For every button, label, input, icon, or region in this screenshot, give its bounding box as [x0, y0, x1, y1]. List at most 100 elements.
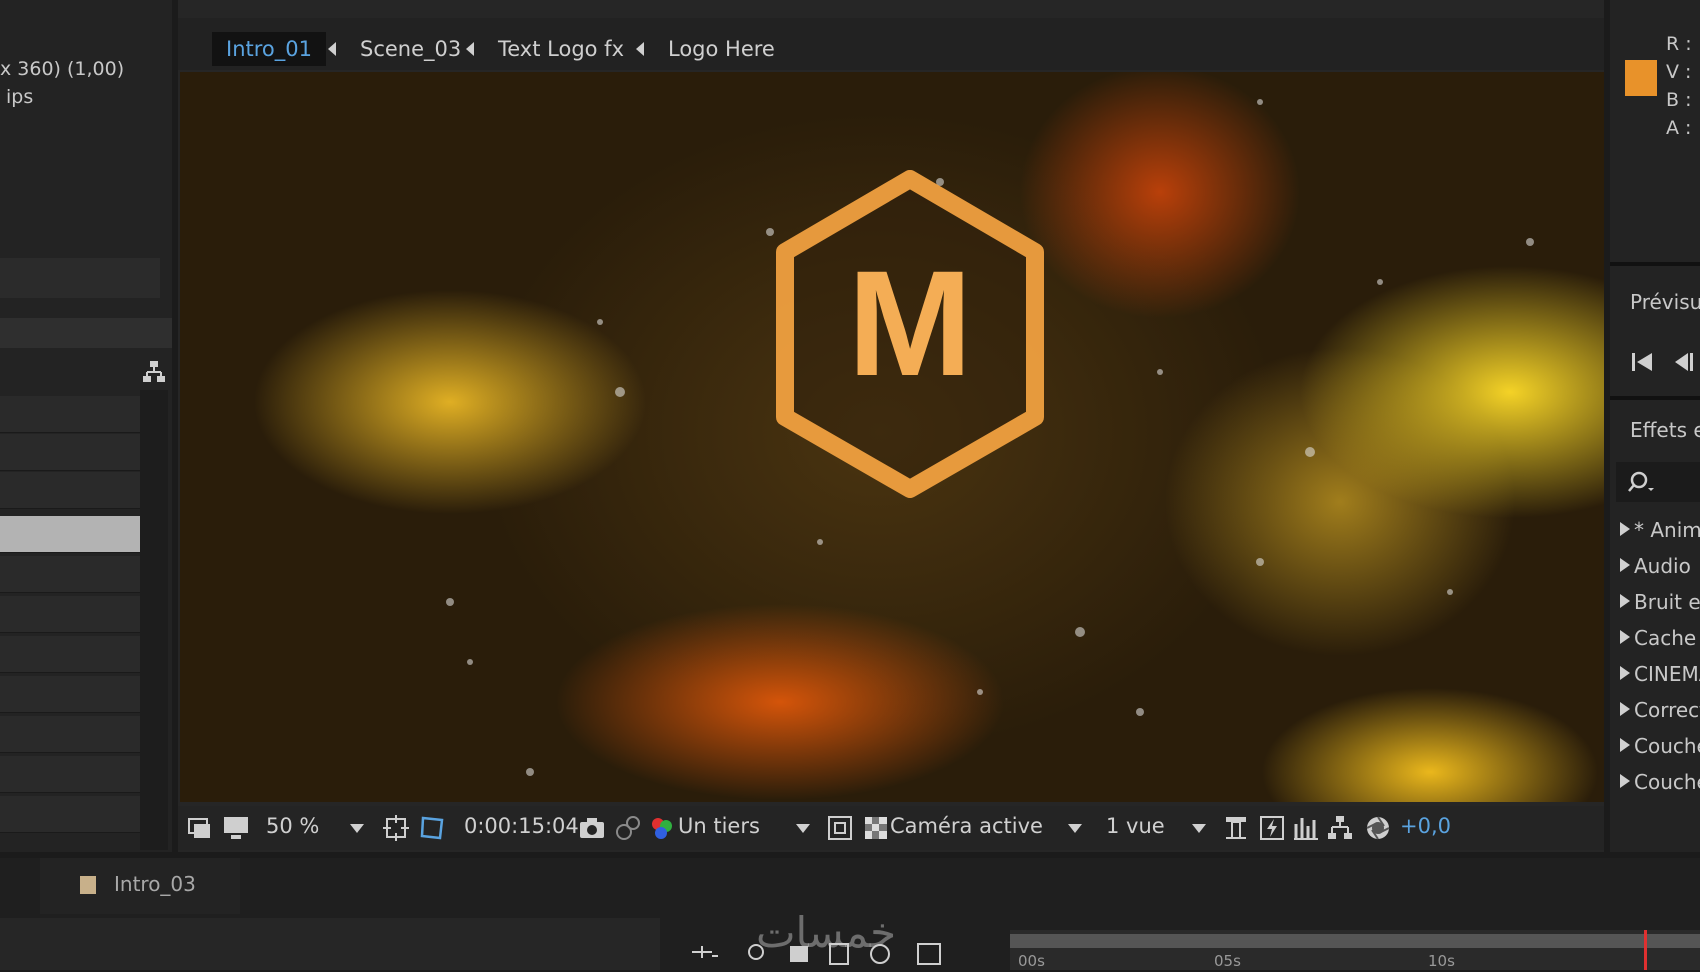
time-ruler[interactable]: 00s 05s 10s: [1010, 930, 1700, 970]
project-panel: x 360) (1,00) ips: [0, 0, 172, 852]
color-channels-icon[interactable]: [648, 814, 676, 842]
project-item[interactable]: [0, 796, 140, 833]
preview-panel-title: Prévisua: [1630, 290, 1700, 314]
project-item[interactable]: [0, 636, 140, 673]
always-preview-icon[interactable]: [186, 814, 214, 842]
composition-mini-flowchart-icon: [692, 946, 718, 958]
timeline-switches: [690, 938, 970, 968]
effects-category-matte[interactable]: Cache: [1620, 626, 1696, 650]
color-swatch: [1625, 60, 1657, 96]
composition-color-icon: [80, 876, 96, 894]
fast-previews-icon[interactable]: [1258, 814, 1286, 842]
info-label-a: A :: [1666, 117, 1692, 139]
timeline-comp-name: Intro_03: [114, 872, 196, 896]
comp-info-fps: ips: [6, 86, 34, 108]
region-of-interest-icon[interactable]: [826, 814, 854, 842]
search-icon: [1628, 471, 1654, 492]
timeline-comp-tab[interactable]: Intro_03: [40, 858, 240, 914]
logo-emblem: M: [760, 167, 1060, 507]
effects-category-correction[interactable]: Correct: [1620, 698, 1700, 722]
effects-category-animation[interactable]: * Anima: [1620, 518, 1700, 542]
expand-triangle-icon: [1620, 666, 1630, 680]
breadcrumb-scene-03[interactable]: Scene_03: [346, 32, 475, 66]
frame-blending-icon: [829, 943, 849, 965]
shy-layers-icon: [790, 946, 808, 962]
comp-canvas[interactable]: M: [180, 72, 1604, 802]
expand-triangle-icon: [1620, 774, 1630, 788]
current-timecode[interactable]: 0:00:15:04: [464, 814, 579, 838]
chevron-down-icon[interactable]: [796, 824, 810, 833]
current-time-indicator[interactable]: [1644, 930, 1647, 970]
flowchart-icon[interactable]: [142, 360, 166, 384]
transparency-grid-icon[interactable]: [862, 814, 890, 842]
project-item[interactable]: [0, 396, 140, 433]
breadcrumb-arrow-icon: [466, 42, 474, 56]
effects-search-input[interactable]: [1616, 462, 1700, 502]
chevron-down-icon[interactable]: [350, 824, 364, 833]
comp-info-resolution: x 360) (1,00): [0, 58, 125, 80]
draft-3d-icon: [748, 944, 764, 960]
info-color-labels: R : V : B : A :: [1666, 30, 1692, 142]
zoom-dropdown[interactable]: 50 %: [266, 814, 319, 838]
timeline-panel: Intro_03 خمسات 00s 05s 10s: [0, 858, 1700, 970]
project-item-selected[interactable]: [0, 516, 140, 553]
project-column-header: [0, 318, 172, 348]
effects-category-cinema[interactable]: CINEMA: [1620, 662, 1700, 686]
expand-triangle-icon: [1620, 630, 1630, 644]
pixel-aspect-icon[interactable]: [1222, 814, 1250, 842]
motion-blur-icon: [870, 944, 890, 964]
effects-category-layer-2[interactable]: Couche: [1620, 770, 1700, 794]
effects-panel-title: Effets e: [1630, 418, 1700, 442]
show-snapshot-icon[interactable]: [614, 814, 642, 842]
layer-search-area[interactable]: [0, 918, 660, 970]
exposure-reset-icon[interactable]: [1364, 814, 1392, 842]
project-item[interactable]: [0, 716, 140, 753]
breadcrumb-logo-here[interactable]: Logo Here: [654, 32, 789, 66]
ruler-label: 00s: [1018, 952, 1045, 970]
chevron-down-icon[interactable]: [1192, 824, 1206, 833]
resolution-dropdown[interactable]: Un tiers: [678, 814, 760, 838]
expand-triangle-icon: [1620, 558, 1630, 572]
project-scrollbar[interactable]: [140, 390, 168, 850]
ruler-label: 10s: [1428, 952, 1455, 970]
project-item[interactable]: [0, 434, 140, 471]
snapshot-camera-icon[interactable]: [578, 814, 606, 842]
breadcrumb-arrow-icon: [636, 42, 644, 56]
monitor-icon[interactable]: [222, 814, 250, 842]
comp-flowchart-icon[interactable]: [1326, 814, 1354, 842]
breadcrumb-arrow-icon: [328, 42, 336, 56]
project-item[interactable]: [0, 472, 140, 509]
effects-category-noise[interactable]: Bruit et: [1620, 590, 1700, 614]
first-frame-icon[interactable]: [1630, 350, 1654, 374]
expand-triangle-icon: [1620, 522, 1630, 536]
viewer-toolbar: 50 % 0:00:15:04 Un tiers Caméra active 1…: [178, 806, 1604, 850]
composition-viewer: Intro_01 Scene_03 Text Logo fx Logo Here…: [178, 0, 1604, 852]
effects-category-layer-1[interactable]: Couche: [1620, 734, 1700, 758]
breadcrumb-text-logo-fx[interactable]: Text Logo fx: [484, 32, 638, 66]
project-item[interactable]: [0, 676, 140, 713]
view-layout-dropdown[interactable]: 1 vue: [1106, 814, 1165, 838]
right-panels: R : V : B : A : Prévisua Effets e * Anim…: [1610, 0, 1700, 852]
breadcrumb-intro-01[interactable]: Intro_01: [212, 32, 326, 66]
mask-path-icon[interactable]: [418, 814, 446, 842]
logo-letter: M: [847, 239, 973, 407]
work-area-bar[interactable]: [1010, 934, 1700, 948]
camera-view-dropdown[interactable]: Caméra active: [890, 814, 1043, 838]
panel-divider: [1610, 262, 1700, 266]
project-item[interactable]: [0, 756, 140, 793]
comp-breadcrumb-bar: Intro_01 Scene_03 Text Logo fx Logo Here: [178, 18, 1604, 70]
ruler-label: 05s: [1214, 952, 1241, 970]
graph-editor-icon: [917, 943, 941, 965]
exposure-value[interactable]: +0,0: [1400, 814, 1451, 838]
project-search-bar[interactable]: [0, 258, 160, 298]
fit-frame-icon[interactable]: [382, 814, 410, 842]
info-label-r: R :: [1666, 33, 1692, 55]
effects-category-audio[interactable]: Audio: [1620, 554, 1691, 578]
project-item[interactable]: [0, 556, 140, 593]
chevron-down-icon[interactable]: [1068, 824, 1082, 833]
previous-frame-icon[interactable]: [1672, 350, 1696, 374]
expand-triangle-icon: [1620, 702, 1630, 716]
project-item[interactable]: [0, 596, 140, 633]
info-label-b: B :: [1666, 89, 1692, 111]
timeline-toggle-icon[interactable]: [1292, 814, 1320, 842]
